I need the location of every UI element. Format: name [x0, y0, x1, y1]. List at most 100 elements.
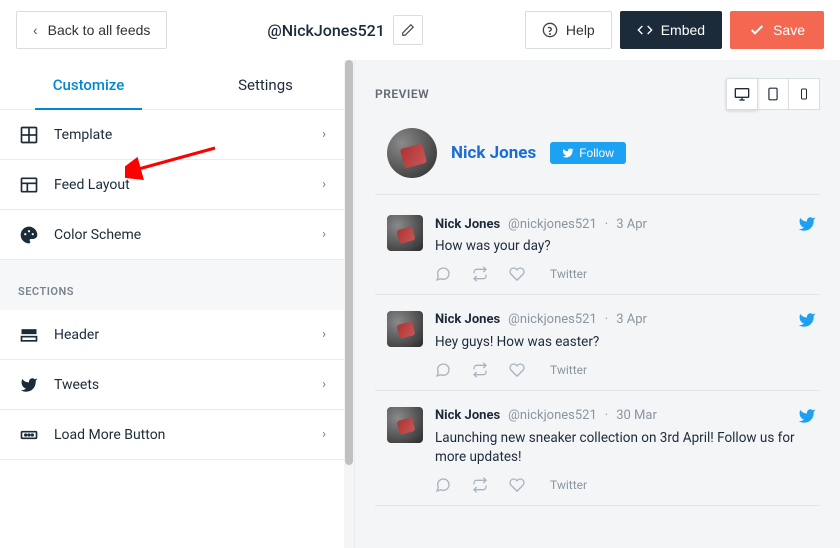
- menu-load-more[interactable]: Load More Button ›: [0, 410, 354, 460]
- profile-name[interactable]: Nick Jones: [451, 143, 536, 163]
- tweet-actions: Twitter: [435, 477, 816, 493]
- tweet-author-handle[interactable]: @nickjones521: [508, 217, 597, 232]
- tweet-actions: Twitter: [435, 266, 816, 282]
- reply-icon[interactable]: [435, 477, 451, 493]
- main-content: Customize Settings Template › Feed Layou…: [0, 60, 840, 548]
- twitter-bird-icon[interactable]: [798, 407, 816, 425]
- code-icon: [637, 22, 653, 38]
- tweet-author-handle[interactable]: @nickjones521: [508, 408, 597, 423]
- separator-dot: ·: [605, 312, 608, 327]
- like-icon[interactable]: [509, 362, 525, 378]
- back-label: Back to all feeds: [48, 22, 151, 38]
- scrollbar-thumb[interactable]: [345, 60, 353, 465]
- header-icon: [18, 324, 40, 346]
- tweet-date: 3 Apr: [616, 312, 647, 327]
- tweet-item: Nick Jones @nickjones521 · 30 Mar Launch…: [375, 391, 820, 506]
- menu-color-scheme-label: Color Scheme: [54, 227, 141, 243]
- menu-header-label: Header: [54, 327, 99, 343]
- tweet-date: 30 Mar: [616, 408, 657, 423]
- menu-color-scheme[interactable]: Color Scheme ›: [0, 210, 354, 260]
- follow-label: Follow: [579, 146, 614, 160]
- tweet-author-name[interactable]: Nick Jones: [435, 217, 500, 232]
- help-icon: [542, 22, 558, 38]
- twitter-bird-icon[interactable]: [798, 311, 816, 329]
- tweet-avatar: [387, 311, 423, 347]
- tweet-body: Nick Jones @nickjones521 · 3 Apr Hey guy…: [435, 311, 816, 378]
- tweet-author-name[interactable]: Nick Jones: [435, 408, 500, 423]
- embed-button[interactable]: Embed: [620, 11, 722, 49]
- reply-icon[interactable]: [435, 266, 451, 282]
- layout-icon: [18, 174, 40, 196]
- tab-customize[interactable]: Customize: [0, 60, 177, 109]
- chevron-left-icon: ‹: [33, 22, 38, 38]
- twitter-icon: [18, 374, 40, 396]
- tweet-item: Nick Jones @nickjones521 · 3 Apr Hey guy…: [375, 295, 820, 391]
- chevron-right-icon: ›: [322, 377, 326, 392]
- save-label: Save: [773, 22, 805, 38]
- separator-dot: ·: [605, 408, 608, 423]
- preview-header: PREVIEW: [375, 78, 820, 110]
- scrollbar-track[interactable]: [344, 60, 354, 548]
- twitter-bird-icon[interactable]: [798, 215, 816, 233]
- tweet-source[interactable]: Twitter: [550, 267, 587, 281]
- chevron-right-icon: ›: [322, 327, 326, 342]
- twitter-bird-icon: [562, 147, 574, 159]
- separator-dot: ·: [605, 217, 608, 232]
- menu-template-label: Template: [54, 127, 112, 143]
- tweet-body: Nick Jones @nickjones521 · 3 Apr How was…: [435, 215, 816, 282]
- feed-profile-header: Nick Jones Follow: [375, 128, 820, 195]
- tweet-author-handle[interactable]: @nickjones521: [508, 312, 597, 327]
- top-actions: Help Embed Save: [525, 11, 824, 49]
- menu-tweets[interactable]: Tweets ›: [0, 360, 354, 410]
- device-mobile-button[interactable]: [788, 78, 820, 110]
- tweet-source[interactable]: Twitter: [550, 363, 587, 377]
- retweet-icon[interactable]: [471, 266, 489, 282]
- chevron-right-icon: ›: [322, 227, 326, 242]
- feed-title-group: @NickJones521: [267, 15, 422, 45]
- like-icon[interactable]: [509, 266, 525, 282]
- tweet-text: How was your day?: [435, 237, 816, 256]
- load-more-icon: [18, 424, 40, 446]
- retweet-icon[interactable]: [471, 362, 489, 378]
- tweet-source[interactable]: Twitter: [550, 478, 587, 492]
- mobile-icon: [798, 87, 810, 101]
- tweet-avatar: [387, 215, 423, 251]
- sections-header: SECTIONS: [0, 260, 354, 310]
- desktop-icon: [734, 86, 750, 102]
- check-icon: [749, 22, 765, 38]
- retweet-icon[interactable]: [471, 477, 489, 493]
- left-panel: Customize Settings Template › Feed Layou…: [0, 60, 355, 548]
- tweet-avatar: [387, 407, 423, 443]
- tweet-text: Hey guys! How was easter?: [435, 333, 816, 352]
- like-icon[interactable]: [509, 477, 525, 493]
- help-label: Help: [566, 22, 595, 38]
- feed-title: @NickJones521: [267, 21, 384, 40]
- top-bar: ‹ Back to all feeds @NickJones521 Help E…: [0, 0, 840, 60]
- back-button[interactable]: ‹ Back to all feeds: [16, 11, 167, 49]
- help-button[interactable]: Help: [525, 11, 612, 49]
- tweet-date: 3 Apr: [616, 217, 647, 232]
- reply-icon[interactable]: [435, 362, 451, 378]
- chevron-right-icon: ›: [322, 127, 326, 142]
- preview-label: PREVIEW: [375, 87, 429, 101]
- tweet-head: Nick Jones @nickjones521 · 3 Apr: [435, 311, 816, 329]
- tweet-text: Launching new sneaker collection on 3rd …: [435, 429, 816, 467]
- right-panel: PREVIEW Nick Jones Follow: [355, 60, 840, 548]
- menu-template[interactable]: Template ›: [0, 110, 354, 160]
- device-desktop-button[interactable]: [726, 78, 758, 110]
- menu-feed-layout[interactable]: Feed Layout ›: [0, 160, 354, 210]
- tweets-list: Nick Jones @nickjones521 · 3 Apr How was…: [375, 199, 820, 506]
- save-button[interactable]: Save: [730, 11, 824, 49]
- profile-avatar: [387, 128, 437, 178]
- chevron-right-icon: ›: [322, 177, 326, 192]
- menu-header[interactable]: Header ›: [0, 310, 354, 360]
- edit-title-button[interactable]: [393, 15, 423, 45]
- follow-button[interactable]: Follow: [550, 142, 626, 164]
- template-icon: [18, 124, 40, 146]
- device-tabs: [727, 78, 820, 110]
- device-tablet-button[interactable]: [757, 78, 789, 110]
- tweet-author-name[interactable]: Nick Jones: [435, 312, 500, 327]
- palette-icon: [18, 224, 40, 246]
- menu-tweets-label: Tweets: [54, 377, 99, 393]
- tab-settings[interactable]: Settings: [177, 60, 354, 109]
